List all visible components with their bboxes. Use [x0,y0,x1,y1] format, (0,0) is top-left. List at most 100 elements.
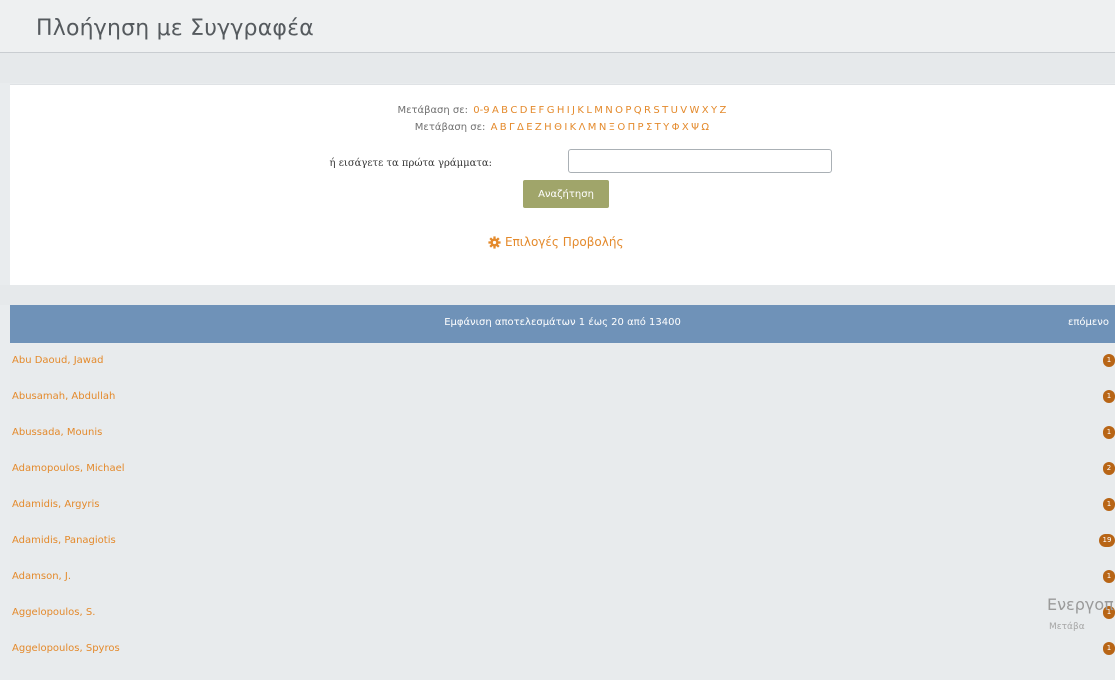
jump-letter-link[interactable]: W [690,105,700,116]
jump-letter-link[interactable]: Β [500,122,507,133]
jump-letter-link[interactable]: Α [491,122,498,133]
spacer-band [0,53,1115,83]
list-item: Adamidis, Argyris 1 [10,488,1115,524]
jump-letter-link[interactable]: D [520,105,528,116]
jump-letter-link[interactable]: Μ [588,122,597,133]
prefix-label: ή εισάγετε τα πρώτα γράμματα: [329,158,492,169]
jump-letter-link[interactable]: Z [720,105,727,116]
author-link[interactable]: Adamidis, Argyris [12,499,100,510]
title-bar: Πλοήγηση με Συγγραφέα [0,0,1115,53]
jump-label: Μετάβαση σε: [414,122,486,133]
jump-letter-link[interactable]: Κ [570,122,577,133]
view-options-link[interactable]: Επιλογές Προβολής [488,235,624,252]
list-item: Adamson, J. 1 [10,560,1115,596]
prefix-input[interactable] [568,149,832,173]
author-list: Abu Daoud, Jawad 1 Abusamah, Abdullah 1 … [10,344,1115,680]
jump-letter-link[interactable]: Γ [509,122,515,133]
jump-letter-link[interactable]: O [615,105,623,116]
jump-letter-link[interactable]: Λ [579,122,586,133]
jump-letter-link[interactable]: X [702,105,709,116]
count-badge: 2 [1103,462,1115,475]
count-badge: 1 [1103,426,1115,439]
latin-letters: 0-9 A B C D E F G H I J K L M N O P Q R S T U V W X Y Z [472,105,728,116]
author-link[interactable]: Abussada, Mounis [12,427,102,438]
jump-letter-link[interactable]: Χ [682,122,689,133]
jump-row-latin: Μετάβαση σε: 0-9 A B C D E F G H I J K L M N O P Q R S T U V W X Y… [10,105,1115,116]
jump-letter-link[interactable]: Y [711,105,717,116]
jump-letter-link[interactable]: Ν [599,122,606,133]
spacer-band [0,285,1115,305]
count-badge: 1 [1103,498,1115,511]
greek-letters: ΑΒΓΔΕΖΗΘΙΚΛΜΝΞΟΠΡΣΤΥΦΧΨΩ [489,122,710,133]
jump-letter-link[interactable]: Φ [672,122,680,133]
jump-letter-link[interactable]: E [530,105,536,116]
jump-letter-link[interactable]: G [547,105,555,116]
jump-letter-link[interactable]: I [567,105,570,116]
jump-letter-link[interactable]: Ε [526,122,532,133]
list-item: Abussada, Mounis 1 [10,416,1115,452]
jump-letter-link[interactable]: L [586,105,592,116]
jump-letter-link[interactable]: B [501,105,508,116]
jump-letter-link[interactable]: V [680,105,687,116]
jump-letter-link[interactable]: Ζ [535,122,542,133]
author-link[interactable]: Aggelopoulos, S. [12,607,95,618]
list-item: Adamidis, Panagiotis 19 [10,524,1115,560]
jump-letter-link[interactable]: J [572,105,575,116]
jump-letter-link[interactable]: Η [544,122,552,133]
jump-letter-link[interactable]: F [539,105,545,116]
jump-letter-link[interactable]: C [510,105,517,116]
list-item: Abu Daoud, Jawad 1 [10,344,1115,380]
jump-letter-link[interactable]: U [671,105,678,116]
jump-letter-link[interactable]: Ξ [609,122,615,133]
jump-letter-link[interactable]: A [492,105,499,116]
author-link[interactable]: Aggelopoulos, Spyros [12,643,120,654]
page-title: Πλοήγηση με Συγγραφέα [36,16,314,41]
jump-letter-link[interactable]: Θ [554,122,562,133]
view-options-label: Επιλογές Προβολής [505,235,624,249]
count-badge: 1 [1103,570,1115,583]
jump-letter-link[interactable]: N [605,105,612,116]
results-summary: Εμφάνιση αποτελεσμάτων 1 έως 20 από 1340… [444,317,681,328]
activation-watermark-sub: Μετάβα [1049,622,1085,632]
author-link[interactable]: Adamidis, Panagiotis [12,535,116,546]
jump-letter-link[interactable]: Τ [655,122,661,133]
jump-letter-link[interactable]: S [653,105,659,116]
jump-letter-link[interactable]: T [662,105,668,116]
jump-letter-link[interactable]: M [594,105,603,116]
jump-letter-link[interactable]: Q [634,105,642,116]
jump-letter-link[interactable]: Δ [517,122,524,133]
jump-letter-link[interactable]: Ο [617,122,625,133]
jump-row-greek: Μετάβαση σε: Α Β Γ Δ Ε Ζ Η Θ Ι Κ Λ Μ Ν Ξ Ο Π Ρ Σ Τ Υ Φ Χ Ψ Ω [10,122,1115,133]
author-link[interactable]: Abu Daoud, Jawad [12,355,103,366]
jump-letter-link[interactable]: 0-9 [473,105,489,116]
jump-letter-link[interactable]: R [644,105,651,116]
author-link[interactable]: Abusamah, Abdullah [12,391,115,402]
gear-icon [488,236,501,252]
jump-letter-link[interactable]: Ω [701,122,709,133]
count-badge: 19 [1099,534,1115,547]
results-bar: Εμφάνιση αποτελεσμάτων 1 έως 20 από 1340… [10,305,1115,343]
jump-letter-link[interactable]: Ψ [691,122,699,133]
jump-letter-link[interactable]: Υ [663,122,669,133]
count-badge: 1 [1103,642,1115,655]
count-badge: 1 [1103,354,1115,367]
list-item: Abusamah, Abdullah 1 [10,380,1115,416]
list-item: Aggelopoulos, Spyros 1 [10,632,1115,668]
jump-letter-link[interactable]: Ι [564,122,567,133]
jump-letter-link[interactable]: Π [628,122,636,133]
browse-panel: Μετάβαση σε: 0-9 A B C D E F G H I J K L M N O P Q R S T U V W X Y… [10,84,1115,285]
search-button[interactable]: Αναζήτηση [523,180,609,208]
list-item: Aggelopoulos, S. 1 [10,596,1115,632]
count-badge: 1 [1103,390,1115,403]
author-link[interactable]: Adamson, J. [12,571,71,582]
jump-letter-link[interactable]: P [625,105,631,116]
author-link[interactable]: Adamopoulos, Michael [12,463,125,474]
jump-label: Μετάβαση σε: [397,105,469,116]
list-item: Adamopoulos, Michael 2 [10,452,1115,488]
jump-letter-link[interactable]: H [557,105,565,116]
jump-letter-link[interactable]: K [577,105,584,116]
activation-watermark: Ενεργοπ [1047,595,1114,614]
jump-letter-link[interactable]: Σ [646,122,652,133]
jump-letter-link[interactable]: Ρ [638,122,644,133]
next-page-link[interactable]: επόμενο [1068,317,1109,328]
